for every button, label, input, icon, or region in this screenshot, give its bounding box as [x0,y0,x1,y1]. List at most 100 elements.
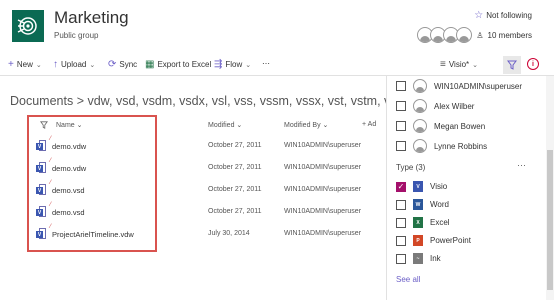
modified-by-column-header[interactable]: Modified By ⌄ [284,121,328,129]
chevron-down-icon: ⌄ [322,122,329,129]
scroll-thumb[interactable] [547,150,553,290]
modified-header-label: Modified [208,122,235,129]
chevron-down-icon: ⌄ [236,122,243,129]
type-name: Excel [430,218,450,227]
avatar [413,99,427,113]
checkbox[interactable]: ✓ [396,181,406,192]
info-button[interactable]: i [527,58,539,70]
command-bar: + New ⌄ ↑ Upload ⌄ ⟳ Sync ▦ Export to Ex… [0,54,554,76]
sync-button[interactable]: ⟳ Sync [108,59,137,70]
people-filter-option[interactable]: Megan Bowen [396,119,485,133]
more-commands-button[interactable]: ⋯ [262,59,270,68]
sync-label: Sync [119,60,138,69]
site-title: Marketing [54,8,129,27]
modified-column-header[interactable]: Modified ⌄ [208,121,242,129]
chevron-down-icon: ⌄ [35,61,42,69]
highlight-box [27,115,157,252]
type-filter-option[interactable]: ~ Ink [396,253,441,264]
modified-cell: October 27, 2011 [208,186,262,193]
avatar [413,139,427,153]
type-name: Ink [430,254,441,263]
type-filter-option[interactable]: W Word [396,199,449,210]
type-filter-option[interactable]: P PowerPoint [396,235,471,246]
word-file-icon: W [413,199,423,210]
ink-file-icon: ~ [413,253,423,264]
chevron-down-icon: ⌄ [245,61,252,69]
chevron-down-icon: ⌄ [472,61,479,69]
checkbox[interactable] [396,253,406,264]
person-icon: ♙ [476,30,484,40]
new-button[interactable]: + New ⌄ [8,59,42,70]
people-filter-option[interactable]: Lynne Robbins [396,139,487,153]
follow-button[interactable]: ☆ Not following [474,10,532,21]
see-all-link[interactable]: See all [396,275,420,284]
type-filter-option[interactable]: X Excel [396,217,450,228]
sync-icon: ⟳ [108,59,117,70]
site-subtitle: Public group [54,31,99,40]
avatar [413,119,427,133]
list-view-icon: ≡ [440,59,446,70]
view-label: Visio* [448,60,470,69]
modified-by-cell: WIN10ADMIN\superuser [284,208,362,215]
type-name: Word [430,200,449,209]
upload-label: Upload [61,60,87,69]
flow-icon: ⇶ [214,59,223,70]
modified-by-cell: WIN10ADMIN\superuser [284,230,362,237]
modified-by-header-label: Modified By [284,122,321,129]
checkbox[interactable] [396,235,406,246]
visio-file-icon: V [413,181,423,192]
more-icon: ⋯ [262,59,270,68]
people-filter-option[interactable]: Alex Wilber [396,99,474,113]
checkbox[interactable] [396,199,406,210]
checkbox[interactable] [396,121,406,131]
site-logo[interactable] [12,10,44,42]
modified-by-cell: WIN10ADMIN\superuser [284,142,362,149]
avatar [413,79,427,93]
type-section-title[interactable]: Type (3) [396,163,425,172]
excel-file-icon: X [413,217,423,228]
new-label: New [16,60,33,69]
modified-cell: October 27, 2011 [208,142,262,149]
checkbox[interactable] [396,81,406,91]
excel-icon: ▦ [145,59,155,70]
chevron-down-icon: ⌄ [89,61,96,69]
upload-icon: ↑ [53,59,58,70]
members-count: 10 members [487,30,532,40]
export-excel-button[interactable]: ▦ Export to Excel [145,59,211,70]
checkbox[interactable] [396,141,406,151]
export-label: Export to Excel [157,60,212,69]
site-header: Marketing Public group ☆ Not following ♙… [0,0,554,50]
member-avatars [417,27,473,43]
flow-button[interactable]: ⇶ Flow ⌄ [214,59,251,70]
modified-by-cell: WIN10ADMIN\superuser [284,164,362,171]
person-name: Alex Wilber [434,101,475,111]
checkbox[interactable] [396,101,406,111]
type-name: Visio [430,182,448,191]
checkbox[interactable] [396,217,406,228]
plus-icon: + [8,59,14,70]
filter-pane-button[interactable] [503,56,521,74]
star-icon: ☆ [474,10,484,21]
flow-label: Flow [225,60,243,69]
type-name: PowerPoint [430,236,471,245]
modified-cell: October 27, 2011 [208,164,262,171]
person-name: Megan Bowen [434,121,486,131]
modified-cell: July 30, 2014 [208,230,250,237]
follow-label: Not following [486,11,532,20]
type-filter-option[interactable]: ✓ V Visio [396,181,447,192]
members-button[interactable]: ♙ 10 members [417,27,532,43]
powerpoint-file-icon: P [413,235,423,246]
modified-cell: October 27, 2011 [208,208,262,215]
type-more-button[interactable]: ⋯ [517,160,526,171]
avatar [456,27,473,43]
view-switcher[interactable]: ≡ Visio* ⌄ [440,59,478,70]
target-logo-icon [17,17,37,35]
upload-button[interactable]: ↑ Upload ⌄ [53,59,95,70]
modified-by-cell: WIN10ADMIN\superuser [284,186,362,193]
add-column-button[interactable]: + Ad [362,121,376,128]
person-name: WIN10ADMIN\superuser [434,81,523,91]
person-name: Lynne Robbins [434,141,488,151]
filter-icon [507,60,517,70]
people-filter-option[interactable]: WIN10ADMIN\superuser [396,79,522,93]
breadcrumb[interactable]: Documents > vdw, vsd, vsdm, vsdx, vsl, v… [10,94,406,108]
